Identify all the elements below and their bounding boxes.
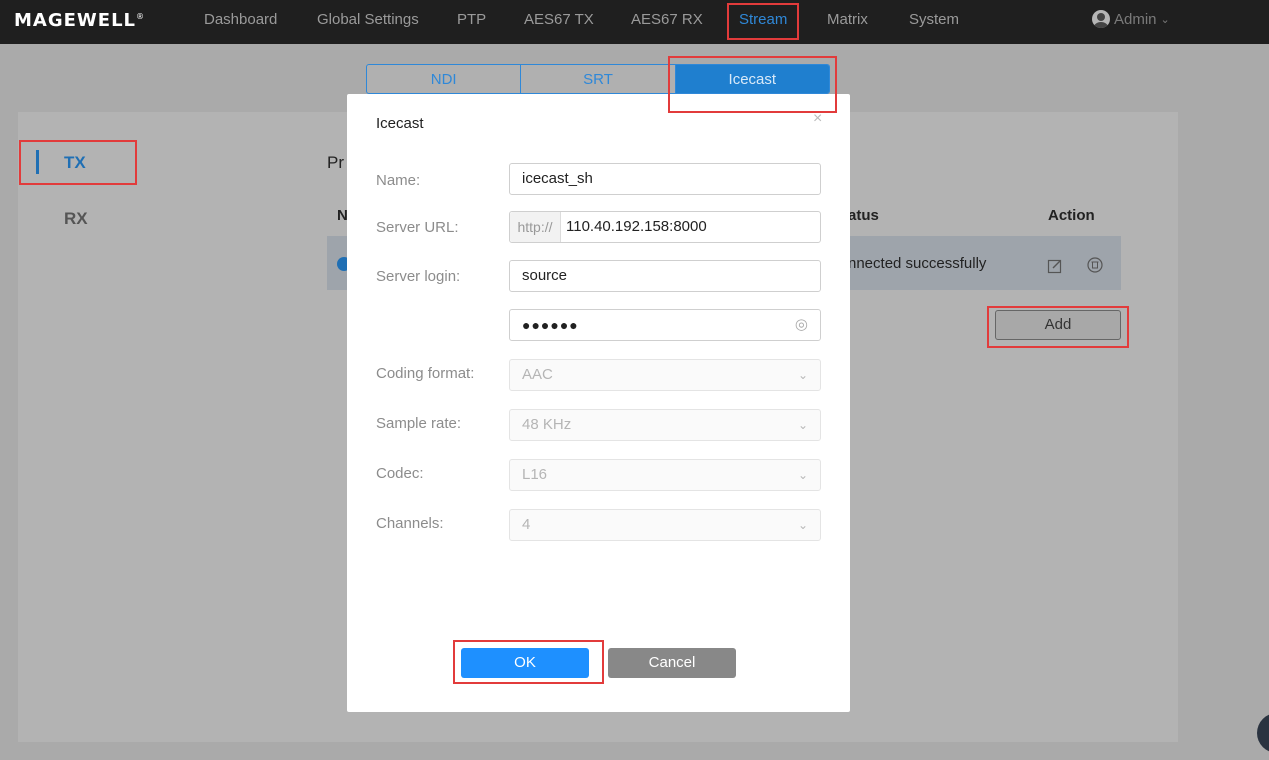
server-url-field[interactable]: http:// 110.40.192.158:8000 bbox=[509, 211, 821, 243]
user-name: Admin bbox=[1114, 10, 1157, 28]
nav-dashboard[interactable]: Dashboard bbox=[204, 11, 277, 28]
row-status: nnected successfully bbox=[848, 255, 987, 272]
column-header-action: Action bbox=[1048, 207, 1095, 224]
url-scheme-prefix: http:// bbox=[510, 212, 561, 242]
sample-rate-select: 48 KHz ⌄ bbox=[509, 409, 821, 441]
delete-icon[interactable] bbox=[1087, 257, 1103, 273]
add-button[interactable]: Add bbox=[995, 310, 1121, 340]
top-nav: MAGEWELL® Dashboard Global Settings PTP … bbox=[0, 0, 1269, 44]
server-login-label: Server login: bbox=[376, 268, 461, 285]
chevron-down-icon: ⌄ bbox=[797, 418, 808, 432]
chevron-down-icon: ⌄ bbox=[797, 368, 808, 382]
sidebar-item-rx[interactable]: RX bbox=[64, 209, 88, 229]
sidebar-item-tx[interactable]: TX bbox=[64, 153, 86, 173]
coding-format-select: AAC ⌄ bbox=[509, 359, 821, 391]
codec-value: L16 bbox=[522, 466, 548, 483]
protocol-tabs: NDI SRT Icecast bbox=[366, 64, 830, 94]
sample-rate-value: 48 KHz bbox=[522, 416, 572, 433]
name-field[interactable]: icecast_sh bbox=[509, 163, 821, 195]
chevron-down-icon: ⌄ bbox=[797, 468, 808, 482]
server-url-label: Server URL: bbox=[376, 219, 459, 236]
chevron-down-icon: ⌄ bbox=[797, 518, 808, 532]
tab-srt[interactable]: SRT bbox=[521, 65, 676, 93]
nav-stream[interactable]: Stream bbox=[739, 11, 787, 28]
channels-select: 4 ⌄ bbox=[509, 509, 821, 541]
close-icon[interactable]: × bbox=[813, 110, 822, 128]
codec-select: L16 ⌄ bbox=[509, 459, 821, 491]
column-header-status: atus bbox=[848, 207, 879, 224]
server-login-field[interactable]: source bbox=[509, 260, 821, 292]
ok-button[interactable]: OK bbox=[461, 648, 589, 678]
nav-system[interactable]: System bbox=[909, 11, 959, 28]
section-title: Pr bbox=[327, 153, 344, 172]
server-url-value: 110.40.192.158:8000 bbox=[566, 218, 707, 235]
codec-label: Codec: bbox=[376, 465, 424, 482]
user-menu[interactable]: Admin ⌄ bbox=[1092, 10, 1170, 28]
coding-format-value: AAC bbox=[522, 366, 553, 383]
active-indicator bbox=[36, 150, 39, 174]
nav-aes67-tx[interactable]: AES67 TX bbox=[524, 11, 594, 28]
chevron-down-icon: ⌄ bbox=[1160, 13, 1170, 26]
help-icon[interactable] bbox=[1257, 713, 1269, 753]
password-value: ●●●●●● bbox=[522, 317, 579, 333]
avatar-icon bbox=[1092, 10, 1110, 28]
magewell-logo: MAGEWELL® bbox=[14, 10, 146, 31]
channels-value: 4 bbox=[522, 516, 531, 533]
channels-label: Channels: bbox=[376, 515, 444, 532]
edit-icon[interactable] bbox=[1047, 258, 1063, 274]
coding-format-label: Coding format: bbox=[376, 365, 475, 382]
sample-rate-label: Sample rate: bbox=[376, 415, 462, 432]
cancel-button[interactable]: Cancel bbox=[608, 648, 736, 678]
name-label: Name: bbox=[376, 172, 421, 189]
nav-global-settings[interactable]: Global Settings bbox=[317, 11, 419, 28]
password-field[interactable]: ●●●●●● ◎ bbox=[509, 309, 821, 341]
dialog-title: Icecast bbox=[376, 115, 424, 132]
nav-matrix[interactable]: Matrix bbox=[827, 11, 868, 28]
nav-aes67-rx[interactable]: AES67 RX bbox=[631, 11, 703, 28]
eye-icon[interactable]: ◎ bbox=[795, 310, 808, 340]
icecast-dialog: Icecast × Name: icecast_sh Server URL: h… bbox=[347, 94, 850, 712]
tab-icecast[interactable]: Icecast bbox=[675, 65, 829, 93]
tab-ndi[interactable]: NDI bbox=[367, 65, 522, 93]
nav-ptp[interactable]: PTP bbox=[457, 11, 486, 28]
